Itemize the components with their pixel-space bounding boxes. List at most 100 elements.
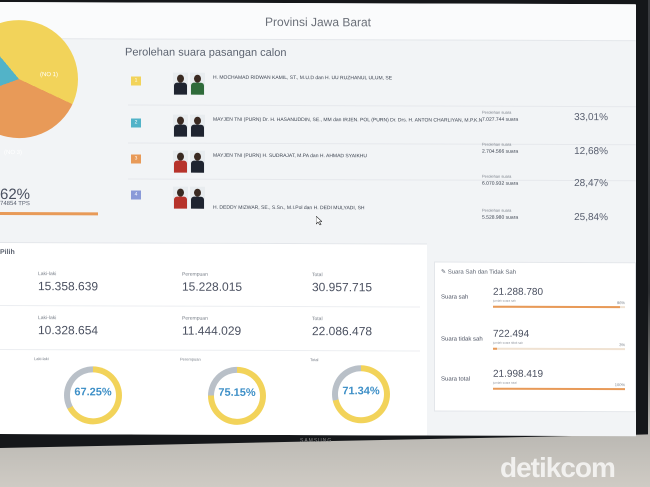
row-progress-fill (493, 387, 625, 391)
stat-value: 30.957.715 (312, 280, 373, 295)
candidates-title: Perolehan suara pasangan calon (125, 46, 287, 60)
total-votes-row: Suara total 21.998.419 jumlah suara tota… (441, 369, 631, 404)
divider (0, 349, 420, 352)
vote-percent: 28,47% (574, 178, 608, 190)
votes-value: 6.070.932 suara (482, 180, 519, 187)
divider (0, 305, 420, 308)
votes-label: Perolehan suara (482, 207, 512, 213)
row-progress-fill (493, 305, 620, 309)
votes-label: Perolehan suara (482, 141, 512, 147)
row-value: 722.494 (493, 328, 530, 340)
voters-panel-title: Pilih (0, 249, 15, 257)
running-mate-photo (190, 186, 205, 209)
row-key: Suara total (441, 376, 471, 383)
candidate-name: MAYJEN TNI (PURN) Dr. H. HASANUDDIN, SE.… (213, 116, 483, 124)
turnout-female-donut: 75.15% (208, 366, 266, 425)
candidate-row-4[interactable]: 4 H. DEDDY MIZWAR, SE., S.Sn., M.I.Pol d… (128, 174, 636, 224)
valid-votes-panel: ✎ Suara Sah dan Tidak Sah Suara sah 21.2… (434, 261, 636, 413)
candidate-photos (173, 72, 207, 95)
page-title: Provinsi Jawa Barat (264, 14, 372, 30)
row-progress-track (493, 347, 625, 351)
candidate-photo (173, 186, 188, 209)
valid-votes-title-text: Suara Sah dan Tidak Sah (447, 269, 517, 276)
dashboard-screen: Provinsi Jawa Barat (NO 1) (NO 3) 62% 74… (0, 2, 636, 437)
row-percent: 96% (616, 300, 625, 306)
donut-label: Perempuan (180, 356, 201, 362)
row-percent: 100% (614, 382, 625, 388)
row-value: 21.288.780 (493, 286, 544, 298)
edit-icon: ✎ (441, 269, 448, 276)
row-sub: jumlah suara sah (493, 298, 516, 303)
votes-value: 5.528.980 suara (482, 214, 519, 221)
watermark: detikcom (500, 452, 616, 483)
donut-percent: 67.25% (74, 386, 112, 399)
candidate-number-badge: 3 (131, 154, 141, 164)
candidate-number-badge: 1 (131, 76, 141, 86)
candidate-photo (173, 72, 188, 95)
donut-label: Laki-laki (34, 356, 49, 362)
row-sub: jumlah suara total (493, 380, 517, 385)
candidate-name: MAYJEN TNI (PURN) H. SUDRAJAT, M.PA dan … (213, 152, 368, 160)
registered-total: Total 30.957.715 (312, 272, 372, 294)
stat-value: 11.444.029 (182, 323, 242, 338)
candidate-photo (173, 150, 188, 173)
stat-label: Perempuan (182, 271, 208, 278)
row-progress-fill (493, 347, 497, 350)
invalid-votes-row: Suara tidak sah 722.494 jumlah suara tid… (441, 329, 631, 364)
candidate-name: H. DEDDY MIZWAR, SE., S.Sn., M.I.Pol dan… (213, 204, 365, 212)
voted-male: Laki-laki 10.328.654 (38, 315, 98, 337)
candidate-photos (173, 114, 207, 137)
candidate-photo (173, 114, 188, 137)
row-progress-track (493, 305, 625, 309)
running-mate-photo (190, 114, 205, 137)
stat-value: 15.358.639 (38, 279, 99, 294)
registered-male: Laki-laki 15.358.639 (38, 271, 98, 293)
turnout-total-donut: 71.34% (332, 365, 390, 424)
tv-brand-logo: SAMSUNG (300, 438, 333, 444)
pie-label-1: (NO 1) (40, 72, 58, 79)
valid-votes-row: Suara sah 21.288.780 jumlah suara sah 96… (441, 287, 631, 322)
voted-total: Total 22.086.478 (312, 316, 372, 338)
running-mate-photo (190, 150, 205, 173)
votes-value: 2.704.566 suara (482, 148, 519, 155)
candidate-number-badge: 4 (131, 190, 141, 200)
stat-label: Total (312, 316, 323, 323)
vote-percent: 33,01% (574, 112, 608, 124)
stat-value: 22.086.478 (312, 324, 373, 339)
donut-percent: 75.15% (218, 386, 256, 399)
voters-panel: Pilih Laki-laki 15.358.639 Perempuan 15.… (0, 242, 427, 437)
vote-percent: 25,84% (574, 212, 608, 224)
page-header: Provinsi Jawa Barat (0, 2, 636, 42)
row-value: 21.998.419 (493, 368, 544, 380)
running-mate-photo (190, 72, 205, 95)
row-progress-track (493, 387, 625, 391)
vote-percent: 12,68% (574, 146, 608, 158)
progress-bar (0, 212, 98, 216)
stat-label: Laki-laki (38, 271, 57, 278)
stat-value: 15.228.015 (182, 279, 243, 294)
mouse-cursor-icon (316, 216, 322, 226)
tps-count: 74854 TPS (0, 201, 30, 208)
turnout-male-donut: 67.25% (64, 366, 122, 425)
pie-label-3: (NO 3) (4, 150, 22, 157)
votes-label: Perolehan suara (482, 173, 512, 179)
candidate-name: H. MOCHAMAD RIDWAN KAMIL, ST., M.U.D dan… (213, 74, 393, 82)
votes-label: Perolehan suara (482, 109, 512, 115)
tv-bezel: Provinsi Jawa Barat (NO 1) (NO 3) 62% 74… (0, 0, 648, 449)
stat-label: Laki-laki (38, 315, 57, 322)
voted-female: Perempuan 11.444.029 (182, 316, 241, 338)
candidate-photos (173, 186, 207, 209)
candidate-photos (173, 150, 207, 173)
stat-value: 10.328.654 (38, 323, 99, 338)
stat-label: Total (312, 272, 323, 279)
donut-percent: 71.34% (342, 385, 380, 398)
row-key: Suara sah (441, 294, 469, 301)
row-percent: 3% (619, 342, 625, 348)
registered-female: Perempuan 15.228.015 (182, 272, 242, 294)
votes-value: 7.027.744 suara (482, 116, 519, 123)
row-sub: jumlah suara tidak sah (493, 340, 524, 345)
donut-label: Total (310, 357, 319, 363)
stat-label: Perempuan (182, 315, 208, 322)
row-key: Suara tidak sah (441, 336, 483, 343)
valid-votes-title: ✎ Suara Sah dan Tidak Sah (441, 269, 516, 276)
